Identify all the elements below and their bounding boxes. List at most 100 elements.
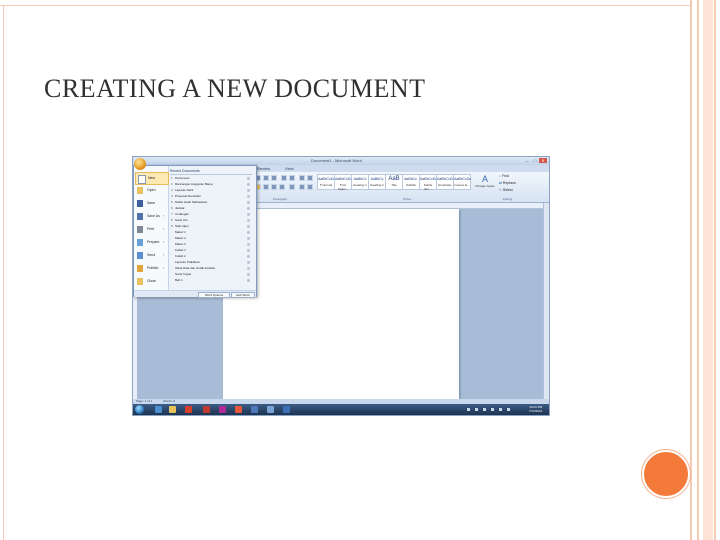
ribbon-tabbar: Review View [253,165,549,172]
change-styles-button[interactable]: A Change Styles [475,174,495,194]
style-intense-emphasis[interactable]: AaBbCcDc Intense E... [453,174,471,190]
style-heading-1[interactable]: AaBbCc Heading 1 [351,174,369,190]
style-subtitle[interactable]: AaBbCc. Subtitle [402,174,420,190]
shading-icon[interactable] [299,184,305,190]
pin-icon[interactable] [247,177,250,180]
tray-icon[interactable] [467,408,470,411]
taskbar-clock[interactable]: 10:21 PM 7/13/2012 [529,405,542,413]
select-button[interactable]: ↖ Select [499,188,513,192]
style-sample: AaB [388,176,400,182]
pin-icon[interactable] [247,189,250,192]
start-button-icon[interactable] [135,405,144,414]
menu-publish[interactable]: Publish › [135,263,167,274]
close-window-button[interactable]: ✕ [539,158,547,163]
tray-icon[interactable] [475,408,478,411]
ie-icon[interactable] [155,406,162,413]
menu-save[interactable]: Save [135,198,167,209]
powerpoint-icon[interactable] [235,406,242,413]
maximize-button[interactable]: □ [531,158,539,163]
show-marks-icon[interactable] [307,175,313,181]
style-subtle-emphasis[interactable]: AaBbCcDc Subtle Em... [419,174,437,191]
menu-new[interactable]: New [135,172,169,185]
style-sample: AaBbCcDc [335,177,353,181]
word-taskbar-icon[interactable] [283,406,290,413]
ribbon: Paragraph AaBbCcDc ¶ Normal AaBbCcDc ¶ N… [253,172,549,203]
pin-icon[interactable] [247,243,250,246]
tab-view[interactable]: View [285,166,294,171]
word-screenshot: Document1 - Microsoft Word – □ ✕ Review … [132,156,550,416]
opera-icon[interactable] [203,406,210,413]
publish-icon [137,265,143,272]
menu-send[interactable]: Send › [135,250,167,261]
style-normal[interactable]: AaBbCcDc ¶ Normal [317,174,335,190]
clock-date: 7/13/2012 [529,409,543,413]
recent-document-name: Rancangan Anggaran Biaya [175,182,213,186]
pin-icon[interactable] [247,225,250,228]
word-taskbar-icon[interactable] [251,406,258,413]
style-sample: AaBbCc [353,177,367,181]
recent-document-item[interactable]: Bab 1 [171,278,255,284]
style-name: Emphasis [438,183,452,187]
line-spacing-icon[interactable] [289,184,295,190]
find-button[interactable]: ⌕ Find [499,174,509,178]
office-button-icon[interactable] [134,158,146,170]
pin-icon[interactable] [247,255,250,258]
align-center-icon[interactable] [263,184,269,190]
tab-review[interactable]: Review [257,166,270,171]
style-no-spacing[interactable]: AaBbCcDc ¶ No Spaci... [334,174,353,191]
pin-icon[interactable] [247,201,250,204]
pin-icon[interactable] [247,231,250,234]
increase-indent-icon[interactable] [289,175,295,181]
pin-icon[interactable] [247,219,250,222]
sort-icon[interactable] [299,175,305,181]
volume-icon[interactable] [499,408,502,411]
menu-print[interactable]: Print › [135,224,167,235]
recent-document-name: Materi 1 [175,230,186,234]
menu-close[interactable]: Close [135,276,167,287]
recent-document-name: Surat Izin [175,218,188,222]
open-folder-icon [137,187,143,194]
media-player-icon[interactable] [185,406,192,413]
exit-word-button[interactable]: Exit Word [231,292,255,298]
menu-label: Save As [147,214,160,218]
menu-prepare[interactable]: Prepare › [135,237,167,248]
explorer-folder-icon[interactable] [169,406,176,413]
app-icon[interactable] [267,406,274,413]
minimize-button[interactable]: – [523,158,531,163]
pin-icon[interactable] [247,273,250,276]
replace-button[interactable]: ⇄ Replace [499,181,516,185]
style-heading-2[interactable]: AaBbCc Heading 2 [368,174,386,190]
multilevel-list-icon[interactable] [271,175,277,181]
flag-icon[interactable] [507,408,510,411]
vertical-scrollbar[interactable] [543,203,549,399]
office-menu-commands: New Open Save Save As › Print › Prepare … [134,166,169,290]
menu-open[interactable]: Open [135,185,167,196]
pin-icon[interactable] [247,183,250,186]
align-right-icon[interactable] [271,184,277,190]
close-document-icon [137,278,143,285]
style-name: Subtitle [405,183,416,187]
borders-icon[interactable] [307,184,313,190]
word-options-button[interactable]: Word Options [198,292,230,298]
style-emphasis[interactable]: AaBbCcDc Emphasis [436,174,454,190]
network-icon[interactable] [491,408,494,411]
recent-document-number: 9 [171,224,173,228]
pin-icon[interactable] [247,195,250,198]
app-icon[interactable] [219,406,226,413]
slide-left-border [3,5,4,540]
pin-icon[interactable] [247,267,250,270]
tray-icon[interactable] [483,408,486,411]
pin-icon[interactable] [247,249,250,252]
justify-icon[interactable] [279,184,285,190]
pin-icon[interactable] [247,261,250,264]
pin-icon[interactable] [247,237,250,240]
decrease-indent-icon[interactable] [281,175,287,181]
pin-icon[interactable] [247,213,250,216]
style-title[interactable]: AaB Title [385,174,403,190]
numbering-icon[interactable] [263,175,269,181]
document-page[interactable] [223,209,459,399]
pin-icon[interactable] [247,279,250,282]
pin-icon[interactable] [247,207,250,210]
menu-save-as[interactable]: Save As › [135,211,167,222]
recent-document-number: 6 [171,206,173,210]
